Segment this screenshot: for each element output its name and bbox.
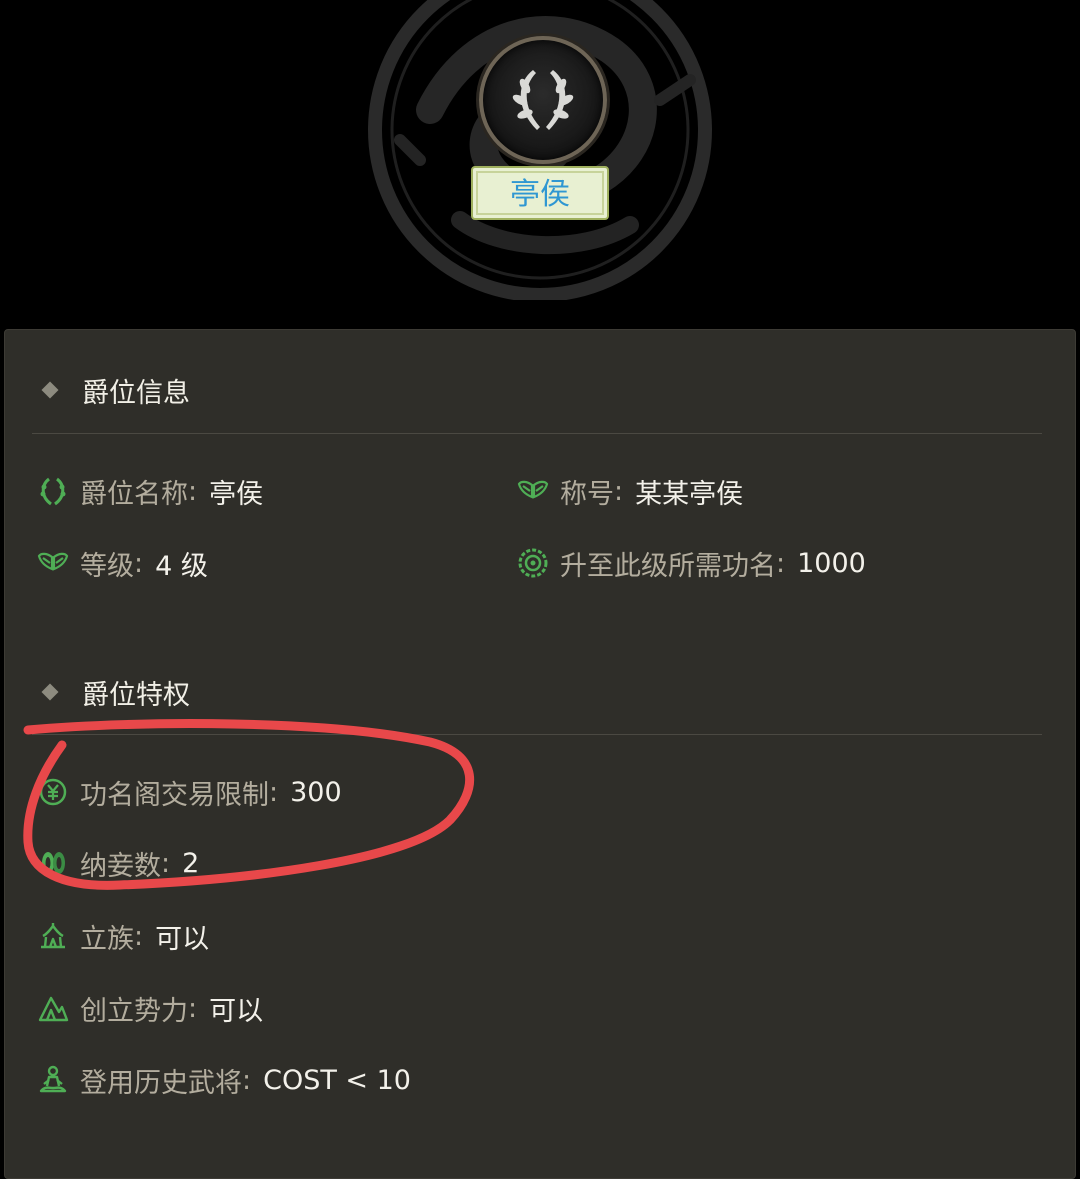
privilege-found-faction: 创立势力 : 可以 (36, 985, 263, 1031)
field-value: 2 (182, 847, 200, 879)
meditate-icon (36, 1063, 70, 1097)
field-label: 功名阁交易限制 (80, 779, 269, 811)
field-separator: : (188, 992, 198, 1024)
rank-badge (479, 36, 607, 164)
field-separator: : (134, 920, 144, 952)
medal-icon (516, 546, 550, 580)
wings-icon (36, 546, 70, 580)
field-label: 登用历史武将 (80, 1067, 242, 1099)
tent-icon (36, 919, 70, 953)
field-label: 等级 (80, 550, 134, 582)
field-separator: : (269, 776, 279, 808)
field-value: 某某亭侯 (635, 478, 744, 510)
field-separator: : (188, 475, 198, 507)
info-rank-name: 爵位名称 : 亭侯 (36, 468, 263, 514)
laurel-wreath-icon (512, 70, 574, 130)
wings-icon (516, 474, 550, 508)
laurel-icon (36, 474, 70, 508)
section-rank-info: 爵位信息 (40, 370, 190, 410)
section-title: 爵位特权 (82, 679, 190, 711)
field-label: 爵位名称 (80, 478, 188, 510)
field-label: 升至此级所需功名 (560, 550, 776, 582)
field-separator: : (614, 475, 624, 507)
field-value: COST < 10 (263, 1064, 411, 1096)
field-separator: : (242, 1064, 252, 1096)
privilege-trade-limit: 功名阁交易限制 : 300 (36, 769, 342, 815)
coin-icon (36, 775, 70, 809)
field-value: 可以 (155, 923, 210, 955)
pair-icon (36, 846, 70, 880)
divider (32, 734, 1042, 735)
privilege-establish-clan: 立族 : 可以 (36, 913, 209, 959)
field-label: 立族 (80, 923, 134, 955)
field-value: 4 级 (155, 550, 208, 582)
field-value: 可以 (209, 995, 264, 1027)
section-title: 爵位信息 (82, 377, 190, 409)
field-value: 300 (290, 776, 342, 808)
diamond-bullet-icon (41, 683, 59, 701)
info-required-merit: 升至此级所需功名 : 1000 (516, 540, 866, 586)
section-rank-privileges: 爵位特权 (40, 672, 190, 712)
field-label: 称号 (560, 478, 614, 510)
field-separator: : (161, 847, 171, 879)
privilege-concubines: 纳妾数 : 2 (36, 840, 199, 886)
rank-hero: 亭侯 (0, 0, 1080, 330)
privilege-recruit-generals: 登用历史武将 : COST < 10 (36, 1057, 411, 1103)
field-value: 亭侯 (209, 478, 264, 510)
field-separator: : (776, 547, 786, 579)
field-label: 创立势力 (80, 995, 188, 1027)
field-value: 1000 (797, 547, 866, 579)
diamond-bullet-icon (41, 381, 59, 399)
info-title: 称号 : 某某亭侯 (516, 468, 743, 514)
rank-detail-panel (4, 329, 1076, 1179)
field-label: 纳妾数 (80, 850, 161, 882)
divider (32, 433, 1042, 434)
rank-name-tag: 亭侯 (471, 166, 609, 220)
mountain-icon (36, 991, 70, 1025)
info-level: 等级 : 4 级 (36, 540, 208, 586)
field-separator: : (134, 547, 144, 579)
